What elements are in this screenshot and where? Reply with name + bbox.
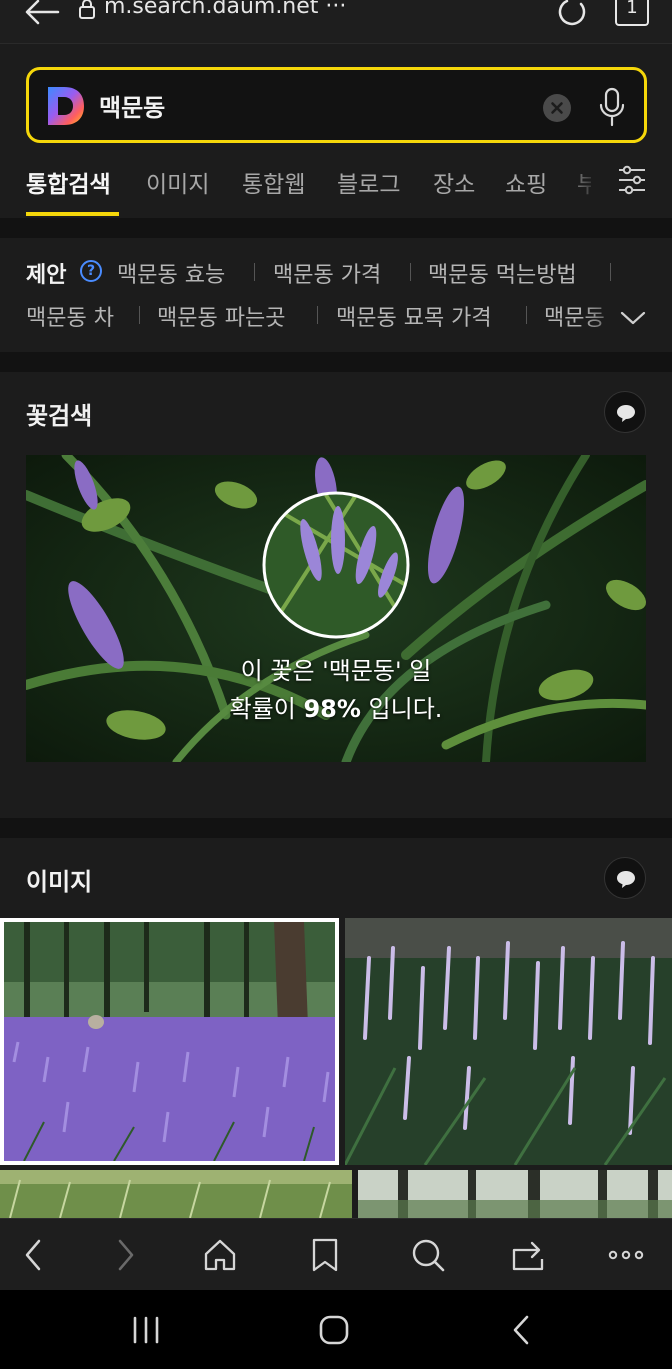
suggestions-title: 제안: [26, 263, 67, 288]
daum-logo-icon[interactable]: [46, 85, 86, 127]
separator: [139, 306, 140, 324]
url-text[interactable]: m.search.daum.net ···: [104, 0, 346, 19]
search-box[interactable]: 맥문동: [26, 67, 647, 143]
flower-caption-line2: 확률이 98% 입니다.: [229, 695, 443, 723]
separator: [410, 263, 411, 281]
suggestion-item[interactable]: 맥문동 가격: [273, 257, 381, 289]
image-thumbnail-picture: [4, 922, 335, 1161]
flower-caption-line1: 이 꽃은 '맥문동' 일: [240, 657, 432, 685]
tab-web[interactable]: 통합웹: [242, 165, 305, 199]
section-divider: [0, 218, 672, 238]
image-thumbnail[interactable]: [358, 1170, 672, 1218]
system-navigation-bar: [0, 1290, 672, 1369]
tab-places[interactable]: 장소: [433, 165, 475, 199]
browser-address-bar: m.search.daum.net ··· 1: [0, 0, 672, 44]
chat-bubble-icon: [617, 871, 635, 888]
recent-apps-icon[interactable]: [130, 1314, 162, 1346]
flower-photo[interactable]: 이 꽃은 '맥문동' 일 확률이 98% 입니다.: [26, 455, 646, 762]
feedback-button[interactable]: [604, 857, 646, 899]
chevron-down-icon[interactable]: [620, 308, 646, 328]
close-icon: [551, 102, 563, 114]
microphone-icon[interactable]: [599, 87, 625, 127]
section-divider: [0, 818, 672, 838]
tab-images[interactable]: 이미지: [146, 165, 209, 199]
active-tab-indicator: [26, 212, 119, 216]
separator: [610, 263, 611, 281]
image-thumbnail-picture: [0, 1170, 352, 1218]
search-category-tabs: 통합검색 이미지 통합웹 블로그 장소 쇼핑 부: [0, 150, 672, 218]
separator: [526, 306, 527, 324]
clear-search-button[interactable]: [543, 94, 571, 122]
forward-icon[interactable]: [107, 1237, 143, 1273]
separator: [317, 306, 318, 324]
url-more[interactable]: ···: [325, 0, 346, 19]
bookmark-icon[interactable]: [307, 1237, 343, 1273]
help-icon[interactable]: ?: [80, 260, 102, 282]
tab-count-button[interactable]: 1: [615, 0, 649, 26]
chat-bubble-icon: [617, 405, 635, 422]
more-icon[interactable]: [608, 1237, 644, 1273]
tabs-fade: [566, 150, 598, 218]
tab-blog[interactable]: 블로그: [337, 165, 400, 199]
home-icon[interactable]: [202, 1237, 238, 1273]
search-query[interactable]: 맥문동: [99, 88, 165, 123]
filter-settings-icon[interactable]: [617, 164, 647, 196]
back-icon[interactable]: [16, 1237, 52, 1273]
feedback-button[interactable]: [604, 391, 646, 433]
back-icon[interactable]: [506, 1314, 538, 1346]
tab-shopping[interactable]: 쇼핑: [505, 165, 547, 199]
suggestion-item[interactable]: 맥문동 파는곳: [157, 300, 285, 332]
image-thumbnail-picture: [358, 1170, 672, 1218]
image-thumbnail[interactable]: [345, 918, 672, 1165]
image-thumbnail[interactable]: [0, 1170, 352, 1218]
lock-icon: [79, 0, 95, 19]
suggestions-section: 제안 ? 맥문동 효능 맥문동 가격 맥문동 먹는방법 맥문동 차 맥문동 파는…: [0, 238, 672, 352]
refresh-icon[interactable]: [555, 0, 589, 28]
suggestion-item[interactable]: 맥문동 차: [26, 300, 114, 332]
browser-toolbar: [0, 1218, 672, 1290]
separator: [254, 263, 255, 281]
suggestion-item[interactable]: 맥문동 효능: [117, 257, 225, 289]
suggestion-item[interactable]: 맥문동 묘목 가격: [336, 300, 492, 332]
flower-search-title: 꽃검색: [26, 402, 93, 430]
tab-integrated[interactable]: 통합검색: [26, 165, 111, 199]
section-divider: [0, 352, 672, 372]
probability-value: 98%: [303, 695, 361, 723]
image-thumbnail[interactable]: [0, 918, 339, 1165]
search-icon[interactable]: [410, 1237, 446, 1273]
home-icon[interactable]: [318, 1314, 350, 1346]
image-thumbnail-picture: [345, 918, 672, 1165]
suggestion-item[interactable]: 맥문동 먹는방법: [428, 257, 577, 289]
tabs-switch-icon[interactable]: [510, 1237, 546, 1273]
images-title: 이미지: [26, 868, 93, 896]
back-arrow-icon[interactable]: [22, 0, 62, 28]
